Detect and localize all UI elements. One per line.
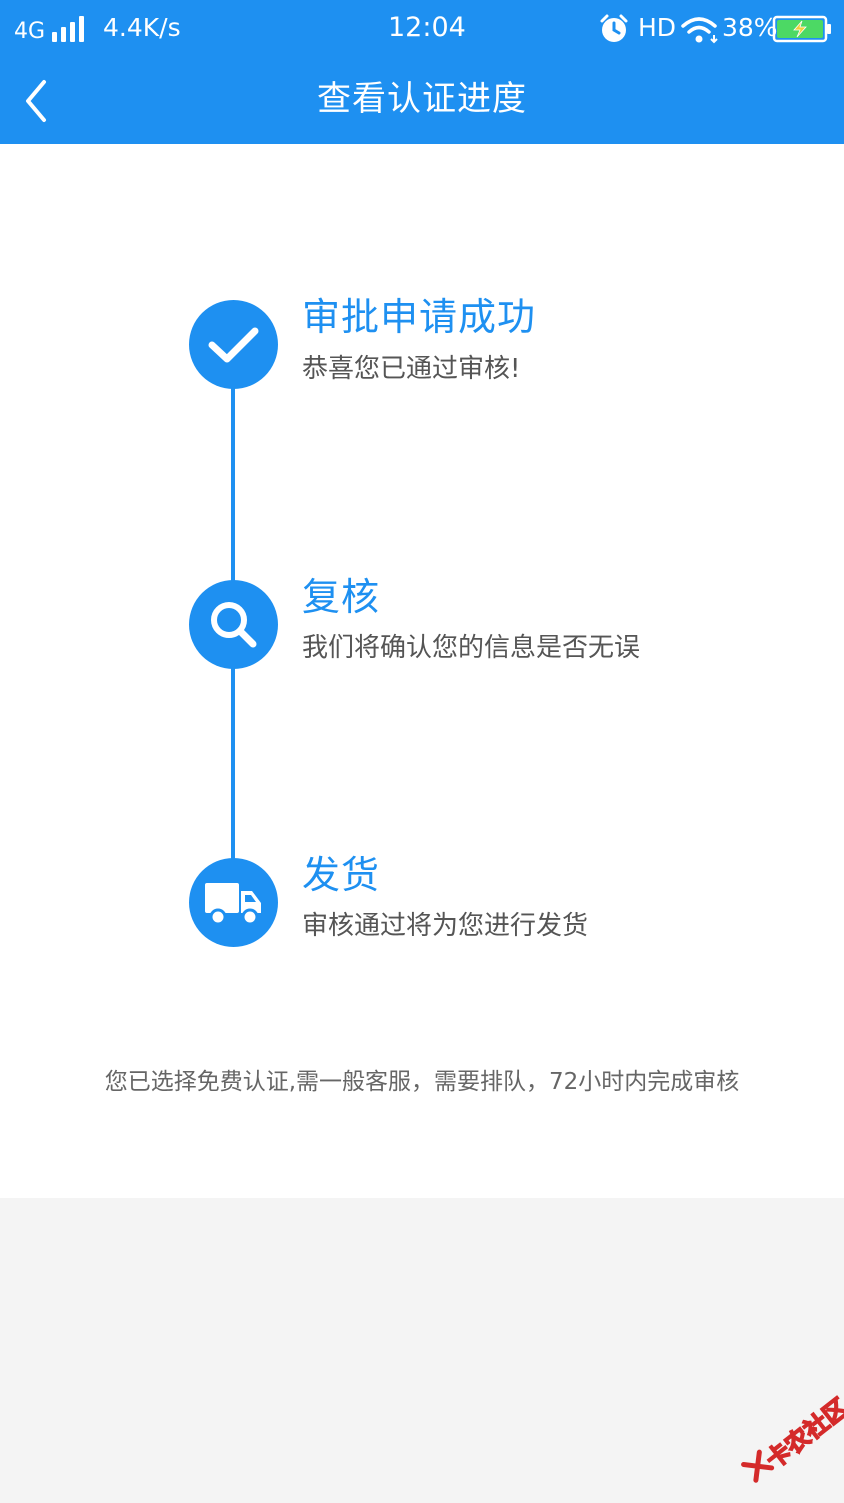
step-approved-desc: 恭喜您已通过审核! bbox=[302, 354, 521, 384]
signal-icon bbox=[52, 14, 88, 42]
check-icon bbox=[208, 327, 259, 363]
network-speed: 4.4K/s bbox=[103, 13, 181, 42]
battery-icon bbox=[772, 15, 831, 43]
timeline-connector bbox=[231, 666, 235, 861]
network-type: 4G bbox=[14, 19, 46, 44]
page-title: 查看认证进度 bbox=[317, 79, 527, 119]
step-shipping-desc: 审核通过将为您进行发货 bbox=[302, 911, 589, 941]
timeline-connector bbox=[231, 386, 235, 582]
watermark-logo: 卡农社区 bbox=[727, 1387, 844, 1503]
step-review-badge bbox=[189, 580, 278, 669]
truck-icon bbox=[205, 883, 261, 926]
search-icon bbox=[211, 602, 257, 648]
step-shipping-title: 发货 bbox=[302, 853, 381, 897]
hd-indicator: HD bbox=[638, 13, 677, 42]
app-header: 4G 4.4K/s 12:04 HD 38% 查看认证进度 bbox=[0, 0, 844, 144]
wifi-icon bbox=[681, 17, 718, 44]
step-review-title: 复核 bbox=[302, 575, 381, 619]
step-review-desc: 我们将确认您的信息是否无误 bbox=[302, 633, 641, 663]
watermark-text: 卡农社区 bbox=[760, 1392, 844, 1475]
status-bar: 4G 4.4K/s 12:04 HD 38% bbox=[0, 0, 844, 58]
step-shipping-badge bbox=[189, 858, 278, 947]
step-approved-title: 审批申请成功 bbox=[302, 295, 537, 339]
queue-notice: 您已选择免费认证,需一般客服，需要排队，72小时内完成审核 bbox=[104, 1069, 740, 1095]
step-approved-badge bbox=[189, 300, 278, 389]
clock: 12:04 bbox=[388, 12, 466, 43]
progress-panel: 审批申请成功 恭喜您已通过审核! 复核 我们将确认您的信息是否无误 发货 审核通… bbox=[0, 144, 844, 1198]
battery-percent: 38% bbox=[722, 13, 778, 42]
alarm-icon bbox=[600, 14, 628, 42]
